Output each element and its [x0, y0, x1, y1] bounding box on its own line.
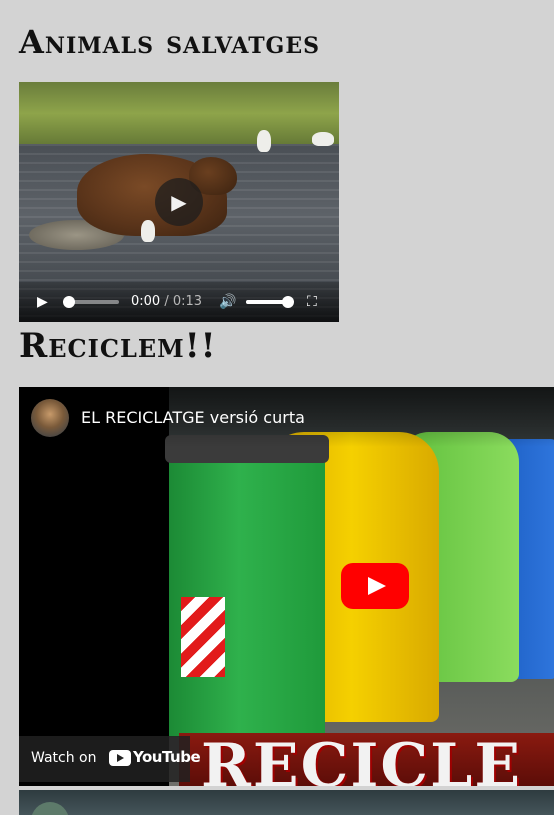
video-frame-gull: [312, 132, 334, 146]
volume-icon[interactable]: 🔊: [219, 293, 236, 311]
youtube-embed[interactable]: RECICLE EL RECICLATGE versió curta Watch…: [19, 387, 554, 786]
progress-slider[interactable]: [63, 296, 119, 308]
bear-video-player[interactable]: ▶ ▶ 0:00 / 0:13 🔊 ⛶: [19, 82, 339, 322]
fullscreen-icon[interactable]: ⛶: [307, 293, 317, 311]
time-display: 0:00 / 0:13: [131, 294, 202, 309]
video-frame-gull: [257, 130, 271, 152]
video-frame-grass: [19, 82, 339, 152]
play-icon[interactable]: ▶: [37, 293, 48, 311]
channel-avatar[interactable]: [31, 399, 69, 437]
youtube-play-button[interactable]: [341, 563, 409, 609]
youtube-embed-partial[interactable]: [19, 790, 554, 815]
youtube-video-title[interactable]: EL RECICLATGE versió curta: [81, 408, 305, 427]
section-heading-wild-animals: Animals salvatges: [19, 23, 321, 61]
volume-slider[interactable]: [246, 296, 294, 308]
watch-on-youtube-button[interactable]: Watch on YouTube: [19, 736, 201, 782]
current-time: 0:00: [131, 294, 161, 309]
youtube-logo-icon: [109, 750, 131, 766]
channel-avatar[interactable]: [31, 802, 69, 815]
youtube-logo-text: YouTube: [133, 748, 201, 766]
progress-thumb[interactable]: [63, 296, 75, 308]
warning-stripe: [181, 597, 225, 677]
big-play-icon[interactable]: ▶: [155, 178, 203, 226]
youtube-title-bar: EL RECICLATGE versió curta: [19, 387, 554, 447]
title-card-text: RECICLE: [201, 731, 523, 786]
time-separator: /: [160, 294, 173, 309]
play-icon: [368, 577, 386, 595]
video-frame-gull: [141, 220, 155, 242]
watch-on-label: Watch on: [31, 750, 97, 766]
duration: 0:13: [172, 294, 203, 309]
green-bin: [165, 435, 329, 737]
volume-thumb[interactable]: [282, 296, 294, 308]
section-heading-recycle: Reciclem!!: [19, 326, 217, 366]
video-controls-bar: ▶ 0:00 / 0:13 🔊 ⛶: [19, 282, 339, 322]
